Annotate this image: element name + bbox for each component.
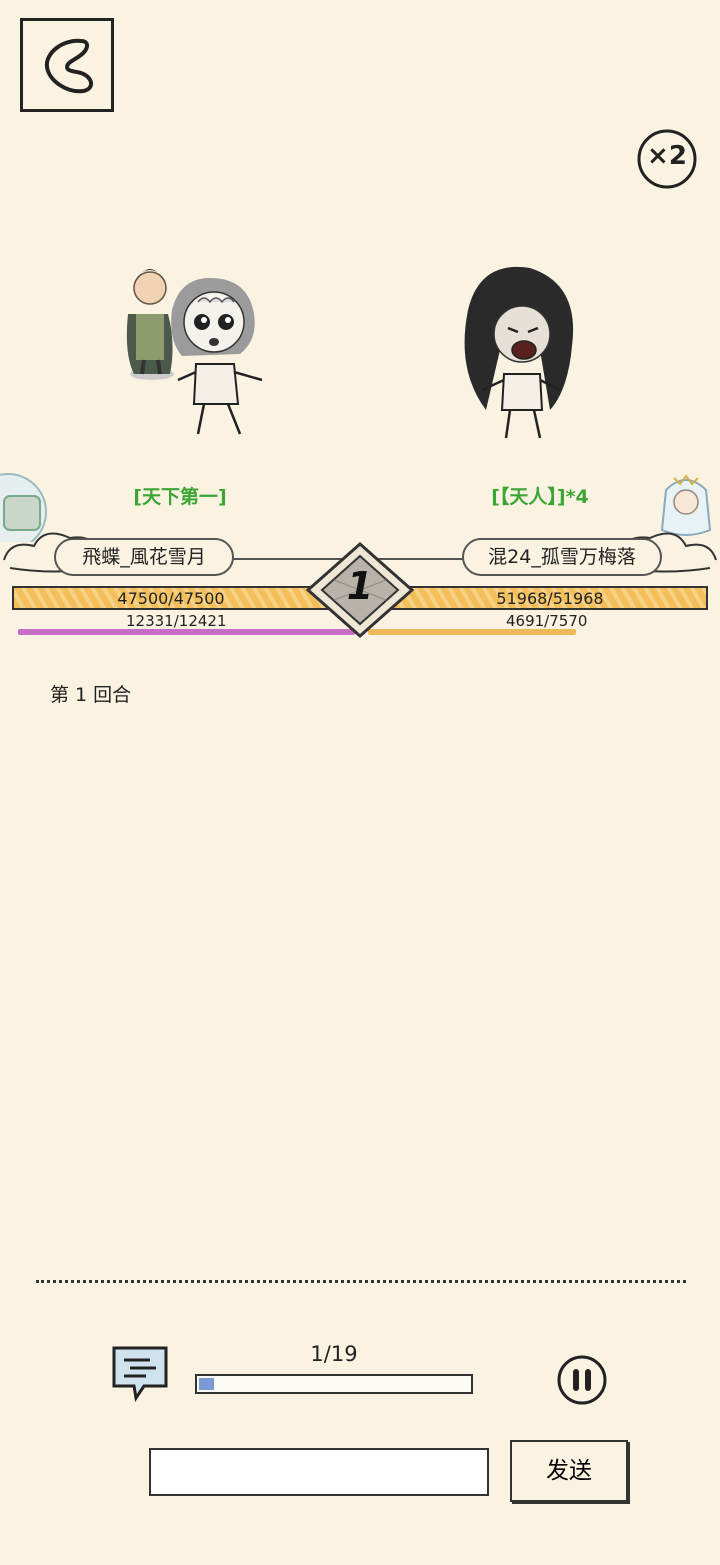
right-fighter xyxy=(410,250,610,470)
playback-progress-bar[interactable] xyxy=(195,1374,473,1394)
pause-button[interactable] xyxy=(556,1354,608,1406)
right-player-title: [【天人】]*4 xyxy=(491,486,589,508)
right-hp-value: 51968/51968 xyxy=(496,589,604,608)
playback-progress-fill xyxy=(199,1378,214,1390)
send-button[interactable]: 发送 xyxy=(510,1440,628,1502)
round-number: 1 xyxy=(346,564,374,608)
right-player-name: 混24_孤雪万梅落 xyxy=(462,538,662,576)
playback-progress-label: 1/19 xyxy=(310,1342,358,1366)
left-mp-value: 12331/12421 xyxy=(126,612,227,630)
left-hp-value: 47500/47500 xyxy=(117,589,225,608)
battle-log-line: 第 1 回合 xyxy=(50,684,132,706)
speed-toggle-button[interactable]: ×2 xyxy=(636,128,698,190)
left-hp-bar: 47500/47500 xyxy=(12,586,330,610)
left-player-name: 飛蝶_風花雪月 xyxy=(54,538,234,576)
chat-bubble-icon xyxy=(112,1346,168,1402)
pause-icon xyxy=(557,1355,607,1405)
right-hp-bar: 51968/51968 xyxy=(392,586,708,610)
back-button[interactable] xyxy=(20,18,114,112)
left-player-title: [天下第一] xyxy=(133,486,227,508)
chat-input[interactable] xyxy=(149,1448,489,1496)
log-divider xyxy=(36,1280,686,1283)
left-fighter xyxy=(110,244,310,464)
back-chevron-icon xyxy=(44,38,93,94)
speed-label: ×2 xyxy=(647,141,687,171)
right-mp-value: 4691/7570 xyxy=(506,612,588,630)
round-badge: 1 xyxy=(304,540,416,640)
chat-button[interactable] xyxy=(108,1342,172,1404)
